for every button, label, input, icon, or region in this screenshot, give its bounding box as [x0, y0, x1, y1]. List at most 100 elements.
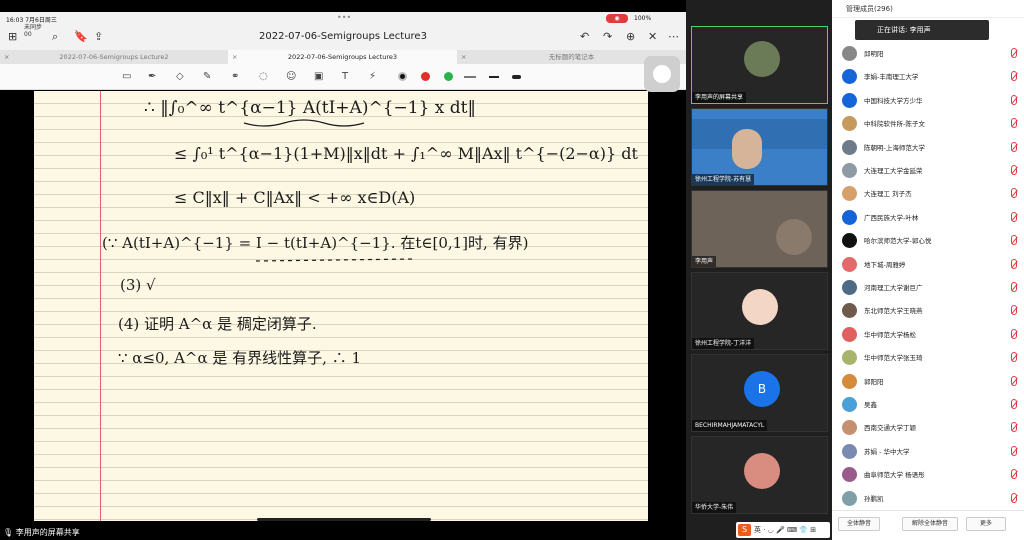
close-icon[interactable]: ✕	[648, 30, 657, 43]
muted-mic-icon[interactable]	[1011, 94, 1017, 105]
more-icon[interactable]: ⋯	[668, 30, 679, 43]
participant-row[interactable]: 中国科技大学方少华	[832, 89, 1024, 113]
avatar	[842, 350, 857, 366]
muted-mic-icon[interactable]	[1011, 141, 1017, 152]
tab-lecture3[interactable]: × 2022-07-06-Semigroups Lecture3	[228, 50, 457, 64]
unmute-all-button[interactable]: 解除全体静音	[902, 517, 958, 531]
lasso-icon[interactable]: ◌	[259, 71, 268, 82]
note-line-4: (∵ A(tI+A)^{−1} = I − t(tI+A)^{−1}. 在t∈[…	[102, 234, 528, 252]
muted-mic-icon[interactable]	[1011, 352, 1017, 363]
participant-row[interactable]: 华中师范大学张玉琦	[832, 346, 1024, 370]
avatar	[842, 373, 857, 389]
laser-icon[interactable]: ⚡	[369, 71, 376, 82]
video-tile[interactable]: 李用声	[691, 190, 828, 268]
color-red[interactable]	[421, 72, 430, 81]
muted-mic-icon[interactable]	[1011, 211, 1017, 222]
participant-name: 大连理工 刘子杰	[864, 190, 912, 199]
muted-mic-icon[interactable]	[1011, 305, 1017, 316]
participant-row[interactable]: 吴鑫	[832, 393, 1024, 417]
participant-row[interactable]: 河南理工大学谢巨广	[832, 276, 1024, 300]
color-black[interactable]	[398, 72, 407, 81]
tab-close-icon[interactable]: ×	[232, 50, 237, 64]
avatar	[842, 420, 857, 436]
more-button[interactable]: 更多	[966, 517, 1006, 531]
video-tile[interactable]: 徐州工程学院-苏有慧	[691, 108, 828, 186]
handwritten-notes: ∴ ‖∫₀^∞ t^{α−1} A(tI+A)^{−1} x dt‖ ≤ ∫₀¹…	[102, 98, 638, 367]
mute-all-button[interactable]: 全体静音	[838, 517, 880, 531]
muted-mic-icon[interactable]	[1011, 235, 1017, 246]
underline-dashed	[255, 258, 415, 262]
participant-row[interactable]: 郭阳阳	[832, 370, 1024, 394]
muted-mic-icon[interactable]	[1011, 118, 1017, 129]
participant-row[interactable]: 陈朝明-上海师范大学	[832, 136, 1024, 160]
muted-mic-icon[interactable]	[1011, 165, 1017, 175]
ipad-status-bar: 16:03 7月6日周三 ••• ◉ 100%	[0, 12, 686, 26]
eraser-icon[interactable]: ◇	[176, 71, 184, 82]
input-method-bar[interactable]: S 英 · ◡ 🎤 ⌨ 👕 ⊞	[736, 522, 830, 538]
muted-mic-icon[interactable]	[1011, 48, 1017, 58]
avatar	[842, 116, 857, 132]
note-line-3: ≤ C‖x‖ + C‖Ax‖ < +∞ x∈D(A)	[174, 188, 415, 207]
participant-row[interactable]: 孙鹏凯	[832, 487, 1024, 511]
tab-close-icon[interactable]: ×	[4, 50, 9, 64]
muted-mic-icon[interactable]	[1011, 399, 1017, 409]
assistive-touch-button[interactable]	[644, 56, 680, 92]
undo-icon[interactable]: ↶	[580, 30, 589, 43]
video-tile[interactable]: 华侨大学-朱伟	[691, 436, 828, 514]
tab-lecture2[interactable]: × 2022-07-06-Semigroups Lecture2	[0, 50, 228, 64]
stroke-thin[interactable]	[464, 76, 476, 78]
note-line-7: ∵ α≤0, A^α 是 有界线性算子, ∴ 1	[118, 349, 361, 367]
tab-close-icon[interactable]: ×	[461, 50, 466, 64]
participant-row[interactable]: 曲阜师范大学 杨语彤	[832, 463, 1024, 487]
muted-mic-icon[interactable]	[1011, 282, 1017, 292]
pen-icon[interactable]: ✒	[148, 71, 156, 82]
participant-row[interactable]: 哈尔滨师范大学-郭心悦	[832, 229, 1024, 253]
participant-name: 河南理工大学谢巨广	[864, 284, 923, 292]
participant-name: 大连理工大学金延荣	[864, 167, 923, 175]
sogou-icon: S	[738, 524, 751, 536]
participant-row[interactable]: 东北师范大学王晓燕	[832, 299, 1024, 323]
participant-row[interactable]: 苏娟 - 华中大学	[832, 440, 1024, 464]
participant-row[interactable]: 邱明阳	[832, 42, 1024, 66]
participant-name: 曲阜师范大学 杨语彤	[864, 471, 925, 480]
reader-icon[interactable]: ▭	[122, 71, 131, 82]
participant-row[interactable]: 李娟-丰南理工大学	[832, 65, 1024, 89]
avatar	[842, 233, 857, 249]
muted-mic-icon[interactable]	[1011, 492, 1017, 503]
video-tile[interactable]: 李用声的屏幕共享	[691, 26, 828, 104]
avatar	[842, 443, 857, 459]
add-page-icon[interactable]: ⊕	[626, 30, 635, 43]
stroke-medium[interactable]	[489, 76, 499, 78]
muted-mic-icon[interactable]	[1011, 445, 1017, 456]
color-green[interactable]	[444, 72, 453, 81]
participant-name: 哈尔滨师范大学-郭心悦	[864, 237, 932, 246]
muted-mic-icon[interactable]	[1011, 469, 1017, 480]
image-icon[interactable]: ▣	[314, 71, 323, 82]
muted-mic-icon[interactable]	[1011, 71, 1017, 82]
muted-mic-icon[interactable]	[1011, 258, 1017, 269]
shapes-icon[interactable]: ⚭	[231, 71, 239, 82]
participant-name: 中国科技大学方少华	[864, 96, 923, 105]
avatar	[732, 129, 762, 169]
muted-mic-icon[interactable]	[1011, 328, 1017, 339]
muted-mic-icon[interactable]	[1011, 375, 1017, 386]
participant-row[interactable]: 大连理工大学金延荣	[832, 159, 1024, 183]
participant-row[interactable]: 大连理工 刘子杰	[832, 182, 1024, 206]
video-tile[interactable]: 徐州工程学院-丁洋洋	[691, 272, 828, 350]
redo-icon[interactable]: ↷	[603, 30, 612, 43]
muted-mic-icon[interactable]	[1011, 188, 1017, 199]
sticker-icon[interactable]: ☺	[286, 71, 296, 82]
participant-row[interactable]: 广西民族大学-叶林	[832, 206, 1024, 230]
highlighter-icon[interactable]: ✎	[203, 71, 211, 82]
home-indicator	[257, 518, 431, 521]
stroke-thick[interactable]	[512, 75, 521, 79]
participant-row[interactable]: 中科院软件所-陈子文	[832, 112, 1024, 136]
speaking-tooltip: 正在讲话: 李用声	[855, 20, 989, 40]
notes-topbar: ⊞ 未同步 00 ⌕ 🔖 ⇪ 2022-07-06-Semigroups Lec…	[0, 24, 686, 50]
participant-row[interactable]: 西南交通大学丁颖	[832, 416, 1024, 440]
muted-mic-icon[interactable]	[1011, 422, 1017, 433]
video-tile[interactable]: B BECHIRMAHJAMATACYL	[691, 354, 828, 432]
participant-row[interactable]: 地下城-周雅婷	[832, 253, 1024, 277]
participant-row[interactable]: 华中师范大学杨松	[832, 323, 1024, 347]
text-icon[interactable]: T	[342, 71, 348, 82]
